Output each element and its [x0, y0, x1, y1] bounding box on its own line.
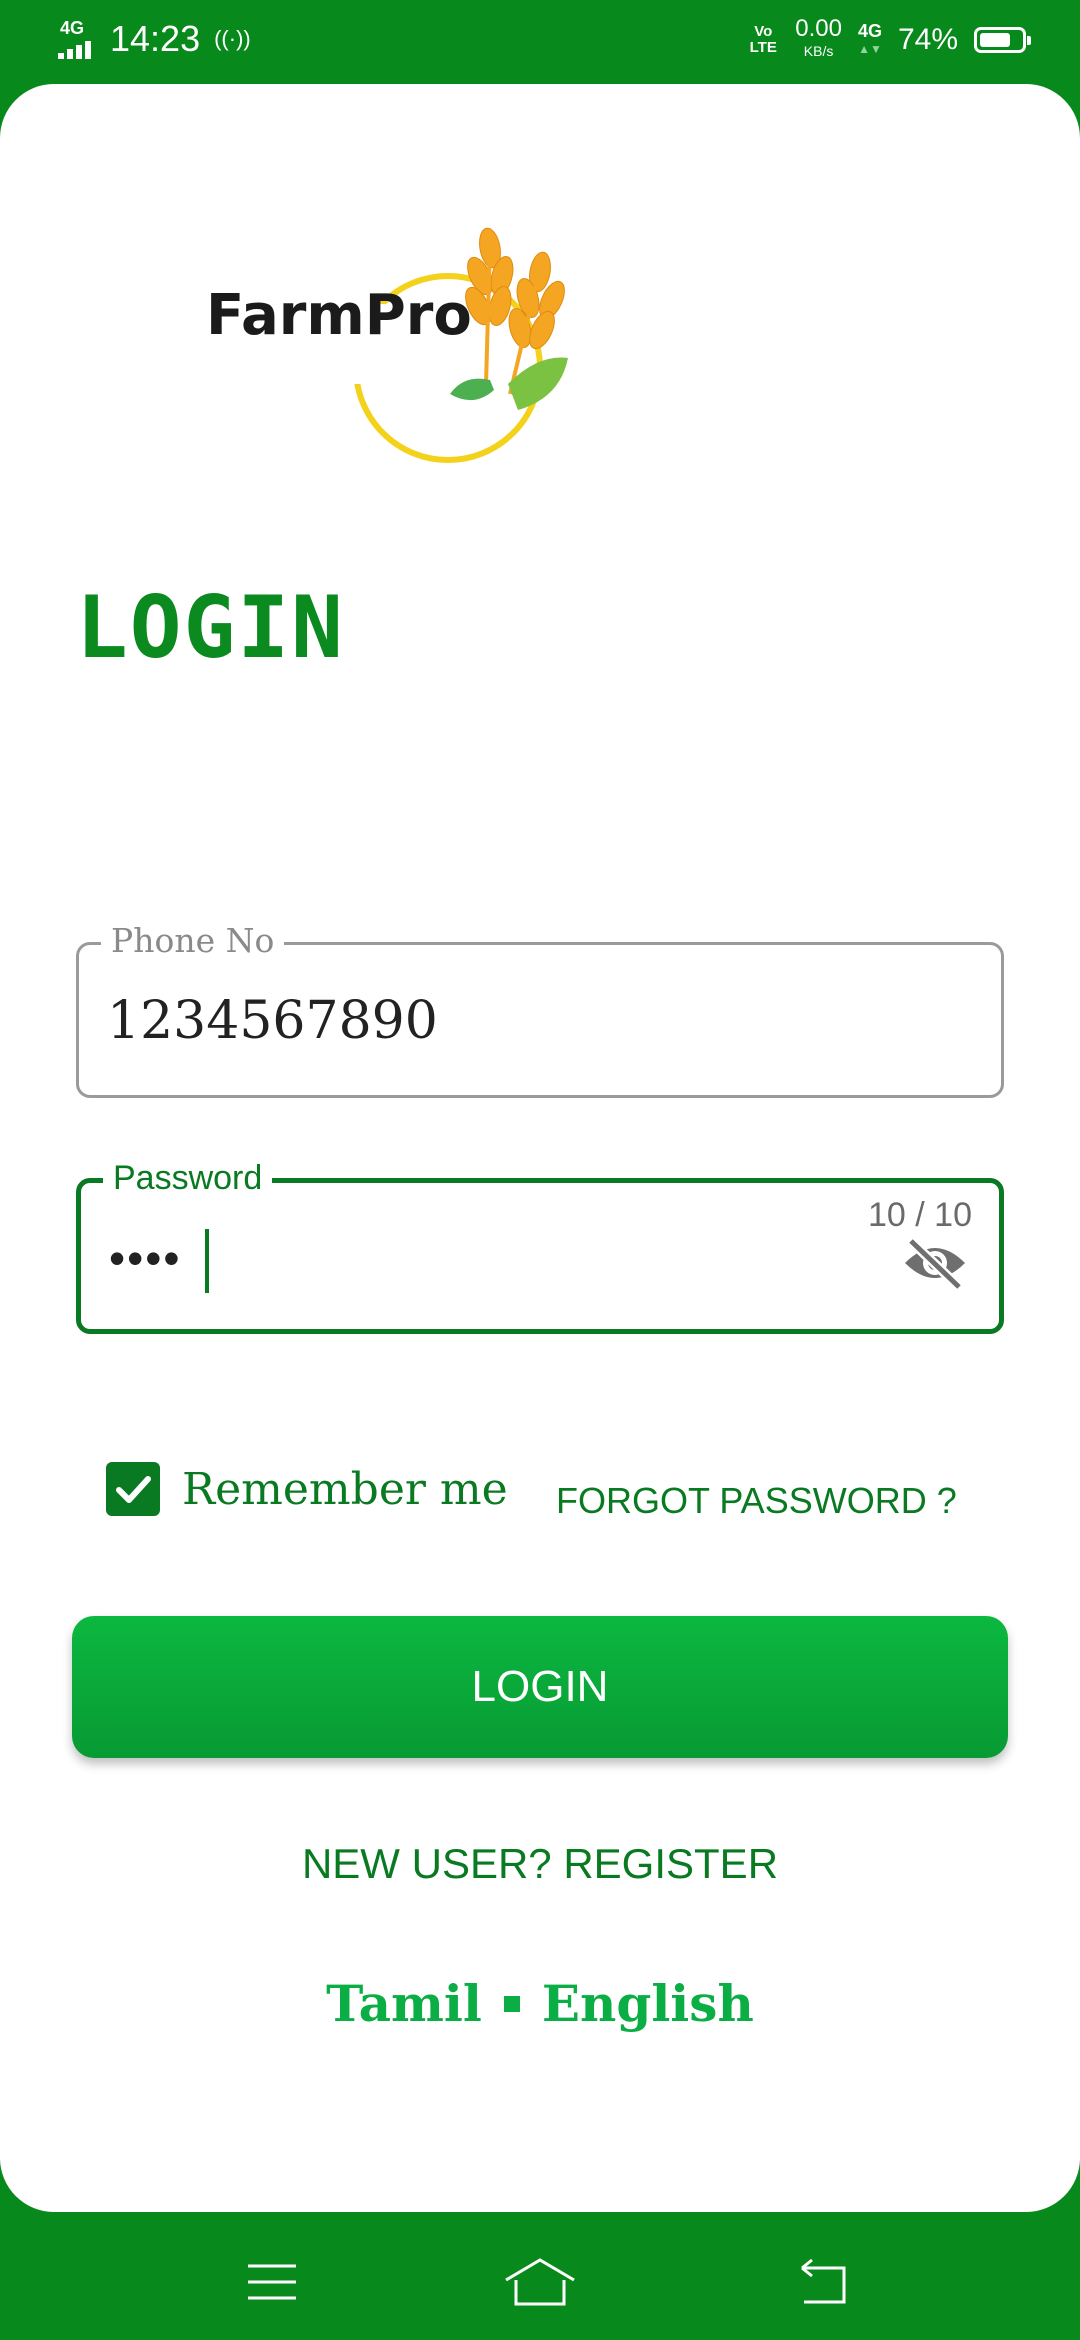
- system-nav-bar: [0, 2212, 1080, 2340]
- back-icon[interactable]: [782, 2252, 862, 2312]
- status-bar: 4G 14:23 ((·)) Vo LTE 0.00 KB/s 4G ▲▼ 74…: [0, 0, 1080, 84]
- battery-icon: [974, 27, 1031, 53]
- language-switch: Tamil English: [0, 1974, 1080, 2033]
- menu-icon[interactable]: [232, 2252, 312, 2312]
- check-icon: [116, 1476, 151, 1503]
- password-field[interactable]: Password: [76, 1159, 1004, 1334]
- remember-me-checkbox[interactable]: [106, 1462, 160, 1516]
- password-label: Password: [103, 1159, 273, 1198]
- toggle-password-visibility-icon[interactable]: [901, 1235, 969, 1291]
- network-speed: 0.00 KB/s: [795, 15, 842, 60]
- battery-percentage: 74%: [897, 23, 958, 56]
- remember-me[interactable]: Remember me: [106, 1462, 508, 1516]
- forgot-password-link[interactable]: FORGOT PASSWORD ?: [556, 1480, 957, 1522]
- home-icon[interactable]: [500, 2252, 580, 2312]
- register-link[interactable]: NEW USER? REGISTER: [0, 1840, 1080, 1888]
- hotspot-icon: ((·)): [214, 26, 251, 51]
- signal-icon: 4G: [58, 19, 96, 59]
- volte-indicator: Vo LTE: [749, 23, 777, 56]
- phone-label: Phone No: [101, 921, 285, 960]
- separator-dot: [503, 1995, 520, 2012]
- page-title: LOGIN: [76, 578, 345, 678]
- text-cursor: [205, 1229, 209, 1293]
- remember-me-label: Remember me: [182, 1463, 508, 1515]
- phone-input[interactable]: [107, 991, 907, 1051]
- login-card: FarmPro LOGIN Phone No 10 / 10 Password: [0, 84, 1080, 2212]
- password-input[interactable]: [109, 1231, 229, 1285]
- login-button[interactable]: LOGIN: [72, 1616, 1008, 1758]
- language-option-tamil[interactable]: Tamil: [326, 1974, 482, 2033]
- logo-text: FarmPro: [206, 283, 472, 348]
- mobile-data-icon: 4G ▲▼: [857, 21, 882, 56]
- language-option-english[interactable]: English: [542, 1974, 754, 2033]
- farmpro-logo: FarmPro: [190, 227, 568, 463]
- phone-field[interactable]: Phone No: [76, 921, 1004, 1098]
- clock: 14:23: [110, 18, 201, 59]
